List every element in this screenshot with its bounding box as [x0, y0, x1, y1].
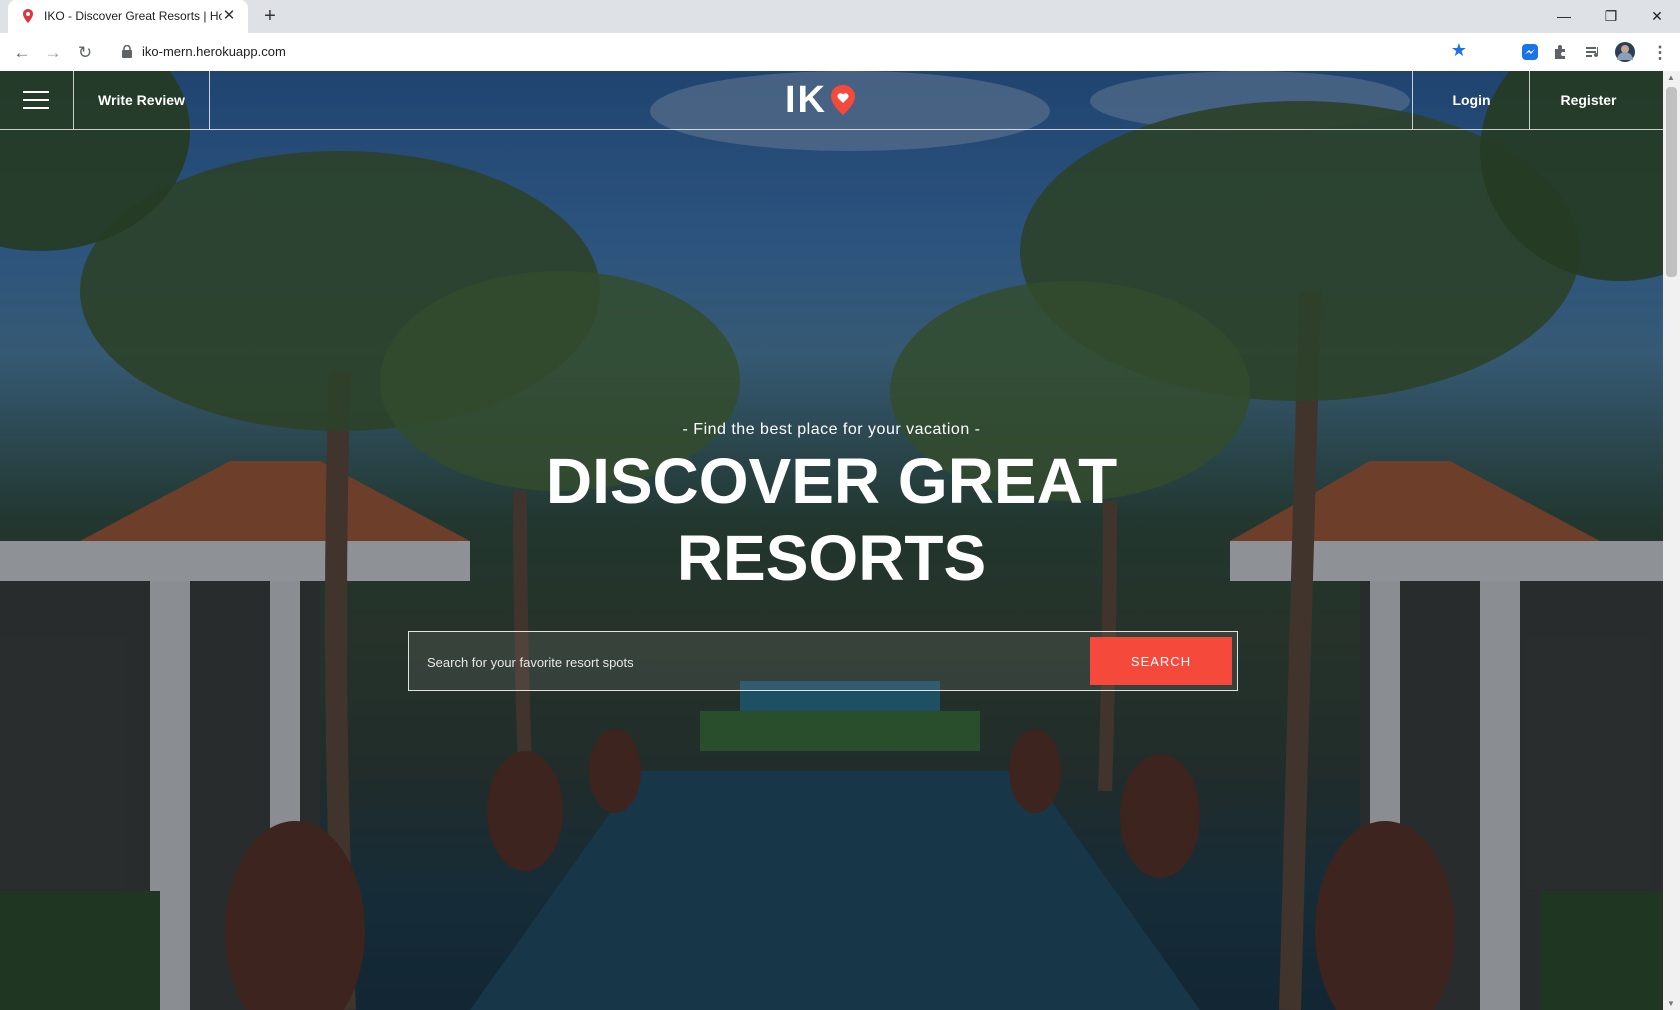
lock-icon: [122, 45, 132, 58]
logo-text: IK: [785, 78, 827, 121]
map-pin-icon: [23, 9, 33, 23]
search-button[interactable]: SEARCH: [1090, 637, 1232, 685]
hamburger-menu-icon[interactable]: [0, 71, 74, 129]
heart-pin-icon: [831, 85, 855, 115]
forward-icon[interactable]: →: [41, 41, 65, 65]
scrollbar-thumb[interactable]: [1666, 87, 1677, 277]
minimize-button[interactable]: —: [1541, 4, 1587, 28]
bookmark-star-icon[interactable]: ★: [1451, 40, 1467, 61]
search-bar: SEARCH: [408, 631, 1238, 691]
webpage: Write Review IK Login Register - Find th…: [0, 71, 1663, 1010]
media-control-icon[interactable]: [1583, 42, 1603, 62]
url-text: iko-mern.herokuapp.com: [142, 44, 286, 59]
login-link[interactable]: Login: [1412, 71, 1530, 129]
tab-close-icon[interactable]: ✕: [220, 7, 238, 25]
tab-title: IKO - Discover Great Resorts | Ho: [44, 9, 222, 23]
browser-tabbar: IKO - Discover Great Resorts | Ho ✕ + — …: [0, 0, 1680, 33]
write-review-link[interactable]: Write Review: [74, 71, 210, 129]
hero-headline: DISCOVER GREAT RESORTS: [545, 445, 1118, 594]
register-link[interactable]: Register: [1529, 71, 1647, 129]
new-tab-button[interactable]: +: [260, 6, 280, 26]
site-navbar: Write Review IK Login Register: [0, 71, 1663, 130]
extensions-puzzle-icon[interactable]: [1551, 42, 1571, 62]
reload-icon[interactable]: ↻: [73, 41, 97, 65]
browser-tab[interactable]: IKO - Discover Great Resorts | Ho ✕: [8, 0, 248, 33]
search-input[interactable]: [417, 644, 1089, 680]
window-close-button[interactable]: ✕: [1634, 4, 1680, 28]
site-logo[interactable]: IK: [785, 79, 858, 121]
browser-menu-icon[interactable]: ⋮: [1648, 41, 1672, 65]
messenger-extension-icon[interactable]: [1520, 42, 1540, 62]
scroll-down-icon[interactable]: ▼: [1667, 999, 1675, 1008]
address-bar[interactable]: iko-mern.herokuapp.com ★: [110, 37, 1475, 67]
profile-avatar-icon[interactable]: [1614, 41, 1636, 63]
restore-button[interactable]: ❐: [1588, 4, 1634, 28]
scroll-up-icon[interactable]: ▲: [1667, 73, 1675, 82]
page-scrollbar[interactable]: ▲ ▼: [1663, 71, 1680, 1010]
browser-toolbar: ← → ↻ iko-mern.herokuapp.com ★ ⋮: [0, 33, 1680, 72]
hero-tagline: - Find the best place for your vacation …: [682, 421, 981, 438]
back-icon[interactable]: ←: [10, 41, 34, 65]
